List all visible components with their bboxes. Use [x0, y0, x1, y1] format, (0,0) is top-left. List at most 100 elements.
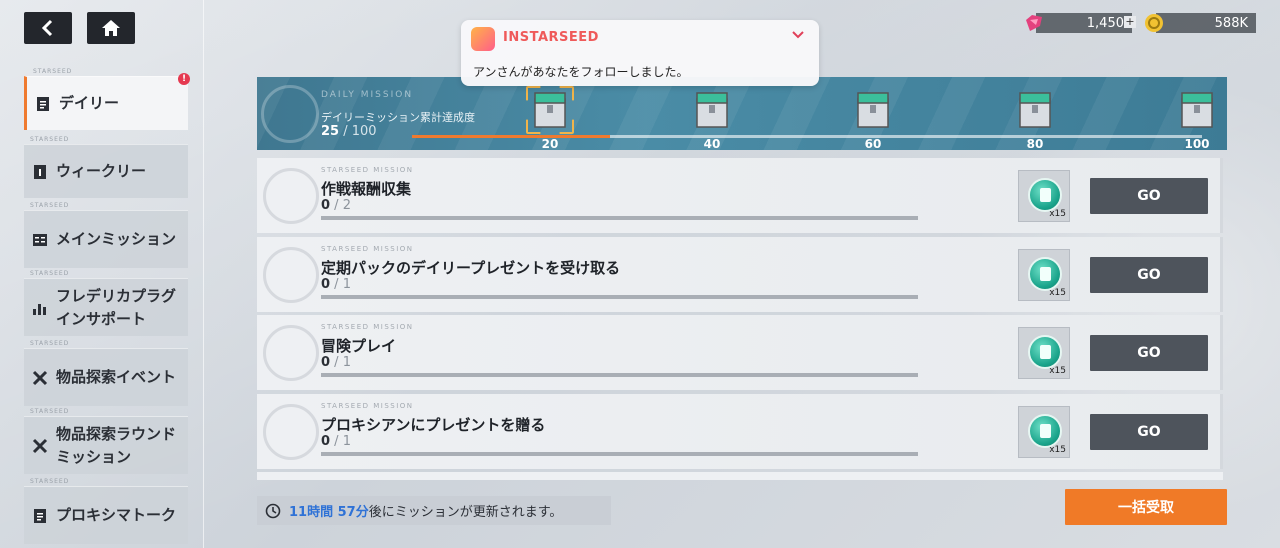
ticket-coin-icon [1028, 335, 1062, 369]
mission-progress: 0 / 2 [321, 198, 351, 213]
milestone-value: 60 [864, 137, 882, 150]
instarseed-app-icon [471, 27, 495, 51]
sidebar-item-weekly[interactable]: STARSEED ウィークリー [24, 136, 188, 198]
sidebar-tag: STARSEED [30, 270, 70, 277]
sidebar-item-item-search-round[interactable]: STARSEED 物品探索ラウンド ミッション [24, 408, 188, 474]
ticket-coin-icon [1028, 257, 1062, 291]
coin-currency: 588K [1144, 12, 1256, 34]
box-watermark-icon [263, 325, 319, 381]
reward-item[interactable]: x15 [1018, 170, 1070, 222]
tools-icon [32, 370, 48, 386]
reward-item[interactable]: x15 [1018, 406, 1070, 458]
go-button[interactable]: GO [1090, 414, 1208, 450]
mission-current: 0 [321, 434, 331, 449]
back-button[interactable] [24, 12, 72, 44]
home-button[interactable] [87, 12, 135, 44]
label-line-1: 物品探索ラウンド [56, 424, 177, 443]
mission-progress-bar [321, 452, 918, 456]
box-watermark-icon [263, 247, 319, 303]
sidebar-item-label: ウィークリー [56, 162, 147, 180]
milestone-chest[interactable]: 80 [1010, 85, 1060, 150]
box-watermark-icon [263, 404, 319, 460]
reward-item[interactable]: x15 [1018, 327, 1070, 379]
sidebar-tag: STARSEED [30, 340, 70, 347]
chest-icon [534, 92, 566, 128]
progress-current: 25 [321, 124, 340, 139]
mission-separator: / [330, 355, 343, 370]
mission-row-partial [257, 472, 1223, 480]
notification-message: アンさんがあなたをフォローしました。 [473, 65, 689, 79]
label-line-2: インサポート [56, 309, 147, 328]
mission-row: STARSEED MISSION プロキシアンにプレゼントを贈る 0 / 1 x… [257, 394, 1223, 469]
sidebar-tag: STARSEED [33, 68, 73, 75]
reward-item[interactable]: x15 [1018, 249, 1070, 301]
tools-icon [32, 438, 48, 454]
sidebar: STARSEED デイリー ! STARSEED ウィークリー STARSEED… [0, 60, 204, 548]
banner-title: デイリーミッション累計達成度 [321, 111, 475, 124]
milestone-chest[interactable]: 60 [848, 85, 898, 150]
mission-total: 1 [342, 434, 351, 449]
sidebar-item-label: フレデリカプラグ インサポート [56, 285, 176, 331]
ticket-coin-icon [1028, 178, 1062, 212]
progress-count: 25 / 100 [321, 124, 377, 139]
mission-progress: 0 / 1 [321, 277, 351, 292]
progress-separator: / [339, 124, 352, 139]
ticket-coin-icon [1028, 414, 1062, 448]
sidebar-item-label: メインミッション [56, 230, 177, 248]
milestone-value: 100 [1184, 137, 1210, 150]
clock-icon [265, 503, 281, 518]
milestone-value: 40 [703, 137, 721, 150]
sidebar-item-label: 物品探索ラウンド ミッション [56, 423, 176, 469]
home-icon [102, 20, 120, 36]
go-button[interactable]: GO [1090, 257, 1208, 293]
follow-notification[interactable]: INSTARSEED アンさんがあなたをフォローしました。 [461, 20, 819, 86]
sidebar-tag: STARSEED [30, 136, 70, 143]
document-icon [32, 508, 48, 524]
timer-text: 後にミッションが更新されます。 [368, 505, 563, 520]
book-icon [32, 232, 48, 248]
sidebar-item-label: 物品探索イベント [56, 368, 177, 386]
milestone-chest[interactable]: 20 [525, 85, 575, 150]
coin-value: 588K [1156, 13, 1256, 33]
sidebar-item-frederica-plug-support[interactable]: STARSEED フレデリカプラグ インサポート [24, 270, 188, 336]
sidebar-tag: STARSEED [30, 202, 70, 209]
go-button[interactable]: GO [1090, 178, 1208, 214]
mission-progress: 0 / 1 [321, 434, 351, 449]
mission-progress-bar [321, 216, 918, 220]
chart-icon [32, 300, 48, 316]
mission-name: 定期パックのデイリープレゼントを受け取る [321, 259, 621, 277]
label-line-1: フレデリカプラグ [56, 286, 177, 305]
mission-tag: STARSEED MISSION [321, 166, 414, 174]
sidebar-item-proxima-talk[interactable]: STARSEED プロキシマトーク [24, 478, 188, 544]
chest-icon [857, 92, 889, 128]
chevron-down-icon[interactable] [791, 30, 805, 40]
sidebar-item-daily[interactable]: STARSEED デイリー ! [24, 68, 190, 130]
box-watermark-icon [263, 168, 319, 224]
daily-progress-banner: DAILY MISSION デイリーミッション累計達成度 25 / 100 20… [257, 77, 1227, 150]
milestone-chest[interactable]: 40 [687, 85, 737, 150]
notification-app-name: INSTARSEED [503, 30, 599, 45]
reward-quantity: x15 [1049, 445, 1066, 455]
mission-current: 0 [321, 355, 331, 370]
sidebar-item-main-mission[interactable]: STARSEED メインミッション [24, 202, 188, 268]
calendar-icon [32, 164, 48, 180]
mission-row: STARSEED MISSION 冒険プレイ 0 / 1 x15 GO [257, 315, 1223, 390]
mission-total: 2 [342, 198, 351, 213]
sidebar-item-item-search-event[interactable]: STARSEED 物品探索イベント [24, 340, 188, 406]
coin-icon [1145, 14, 1163, 32]
chest-icon [1019, 92, 1051, 128]
mission-current: 0 [321, 277, 331, 292]
mission-current: 0 [321, 198, 331, 213]
gem-currency[interactable]: 1,450 + [1024, 12, 1136, 34]
reward-quantity: x15 [1049, 366, 1066, 376]
reward-quantity: x15 [1049, 288, 1066, 298]
milestone-chest[interactable]: 100 [1172, 85, 1222, 150]
gem-value: 1,450 [1036, 13, 1132, 33]
add-gem-button[interactable]: + [1124, 16, 1136, 28]
mission-tag: STARSEED MISSION [321, 323, 414, 331]
mission-name: 作戦報酬収集 [321, 180, 412, 198]
go-button[interactable]: GO [1090, 335, 1208, 371]
refresh-timer: 11時間 57分 後にミッションが更新されます。 [257, 496, 611, 525]
claim-all-button[interactable]: 一括受取 [1065, 489, 1227, 525]
mission-row: STARSEED MISSION 定期パックのデイリープレゼントを受け取る 0 … [257, 237, 1223, 312]
